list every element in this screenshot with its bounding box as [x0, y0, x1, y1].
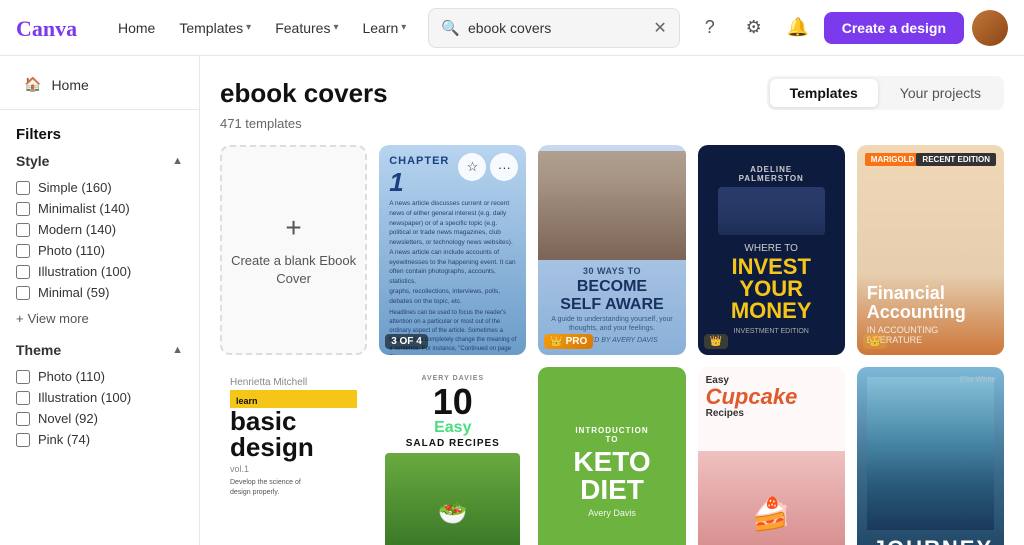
template-card[interactable]: ADELINE PALMERSTON WHERE TO INVEST YOURM…: [698, 145, 845, 355]
filter-theme-novel-checkbox[interactable]: [16, 412, 30, 426]
content-header: ebook covers Templates Your projects: [220, 76, 1004, 110]
filter-theme-illustration[interactable]: Illustration (100): [16, 387, 183, 408]
template-grid: + Create a blank Ebook Cover CHAPTER 1 A…: [220, 145, 1004, 545]
templates-tab[interactable]: Templates: [770, 79, 878, 107]
filter-minimal[interactable]: Minimal (59): [16, 282, 183, 303]
filter-illustration[interactable]: Illustration (100): [16, 261, 183, 282]
filter-photo-checkbox[interactable]: [16, 244, 30, 258]
svg-text:Canva: Canva: [16, 16, 77, 41]
plus-icon: +: [16, 311, 24, 326]
template-card[interactable]: MARIGOLD RECENT EDITION FinancialAccount…: [857, 145, 1004, 355]
chevron-down-icon: ▾: [246, 22, 251, 33]
your-projects-tab[interactable]: Your projects: [880, 79, 1001, 107]
page-title: ebook covers: [220, 78, 388, 109]
chevron-up-icon: ▲: [172, 344, 183, 356]
avatar[interactable]: [972, 10, 1008, 46]
card-crown-badge: 👑: [704, 334, 728, 349]
create-blank-card[interactable]: + Create a blank Ebook Cover: [220, 145, 367, 355]
header: Canva Home Templates ▾ Features ▾ Learn …: [0, 0, 1024, 56]
main-layout: 🏠 Home Filters Style ▲ Simple (160) Mini…: [0, 56, 1024, 545]
template-card[interactable]: Easy Cupcake Recipes 🍰 PRO: [698, 367, 845, 545]
template-card[interactable]: Henrietta Mitchell learn basicdesign vol…: [220, 367, 367, 545]
filter-theme-photo[interactable]: Photo (110): [16, 366, 183, 387]
template-card[interactable]: INTRODUCTIONTO KETO DIET Avery Davis 👑: [538, 367, 685, 545]
view-more-button[interactable]: + View more: [16, 307, 183, 330]
filter-theme-photo-checkbox[interactable]: [16, 370, 30, 384]
home-icon: 🏠: [24, 76, 41, 93]
filter-minimal-checkbox[interactable]: [16, 286, 30, 300]
sidebar: 🏠 Home Filters Style ▲ Simple (160) Mini…: [0, 56, 200, 545]
more-options-button[interactable]: ···: [490, 153, 518, 181]
card-page-badge: 3 OF 4: [385, 334, 428, 349]
help-icon[interactable]: ?: [692, 10, 728, 46]
template-card[interactable]: AVERY DAVIES 10 Easy SALAD RECIPES 🥗 👑: [379, 367, 526, 545]
sidebar-divider: [0, 109, 199, 110]
template-card[interactable]: CHAPTER 1 A news article discusses curre…: [379, 145, 526, 355]
filter-simple-checkbox[interactable]: [16, 181, 30, 195]
search-bar: 🔍 ✕: [428, 8, 679, 48]
style-filter-group[interactable]: Style ▲: [16, 153, 183, 169]
create-design-button[interactable]: Create a design: [824, 12, 964, 44]
nav-templates[interactable]: Templates ▾: [169, 14, 261, 42]
nav-home[interactable]: Home: [108, 14, 165, 42]
search-input[interactable]: [468, 20, 645, 36]
filter-minimalist-checkbox[interactable]: [16, 202, 30, 216]
filter-simple[interactable]: Simple (160): [16, 177, 183, 198]
chevron-down-icon: ▾: [401, 22, 406, 33]
filter-theme-pink[interactable]: Pink (74): [16, 429, 183, 450]
filter-section: Filters Style ▲ Simple (160) Minimalist …: [0, 118, 199, 458]
filter-photo[interactable]: Photo (110): [16, 240, 183, 261]
theme-filter-items: Photo (110) Illustration (100) Novel (92…: [16, 366, 183, 450]
bell-icon[interactable]: 🔔: [780, 10, 816, 46]
nav-features[interactable]: Features ▾: [265, 14, 348, 42]
canva-logo[interactable]: Canva: [16, 14, 88, 42]
search-icon: 🔍: [441, 19, 460, 37]
template-count: 471 templates: [220, 116, 1004, 131]
template-card[interactable]: 30 WAYS TO BecomeSelf Aware A guide to u…: [538, 145, 685, 355]
favorite-button[interactable]: ☆: [458, 153, 486, 181]
close-icon[interactable]: ✕: [653, 18, 666, 38]
view-toggle: Templates Your projects: [767, 76, 1004, 110]
template-card[interactable]: Ella White JOURNEY PRO: [857, 367, 1004, 545]
card-crown-badge: 👑: [863, 334, 887, 349]
header-icons: ? ⚙ 🔔 Create a design: [692, 10, 1008, 46]
plus-icon: +: [285, 212, 301, 244]
filter-modern-checkbox[interactable]: [16, 223, 30, 237]
filter-modern[interactable]: Modern (140): [16, 219, 183, 240]
chevron-down-icon: ▾: [333, 22, 338, 33]
main-nav: Home Templates ▾ Features ▾ Learn ▾: [108, 14, 416, 42]
settings-icon[interactable]: ⚙: [736, 10, 772, 46]
card-actions: ☆ ···: [458, 153, 518, 181]
content-area: ebook covers Templates Your projects 471…: [200, 56, 1024, 545]
filter-theme-pink-checkbox[interactable]: [16, 433, 30, 447]
style-filter-items: Simple (160) Minimalist (140) Modern (14…: [16, 177, 183, 303]
nav-learn[interactable]: Learn ▾: [352, 14, 416, 42]
filter-theme-novel[interactable]: Novel (92): [16, 408, 183, 429]
card-pro-badge: 👑 PRO: [544, 334, 593, 349]
sidebar-item-home[interactable]: 🏠 Home: [8, 68, 191, 101]
filter-illustration-checkbox[interactable]: [16, 265, 30, 279]
theme-filter-group[interactable]: Theme ▲: [16, 342, 183, 358]
filter-theme-illustration-checkbox[interactable]: [16, 391, 30, 405]
chevron-up-icon: ▲: [172, 155, 183, 167]
create-blank-label: Create a blank Ebook Cover: [222, 252, 365, 288]
filter-minimalist[interactable]: Minimalist (140): [16, 198, 183, 219]
filters-title: Filters: [16, 126, 183, 143]
